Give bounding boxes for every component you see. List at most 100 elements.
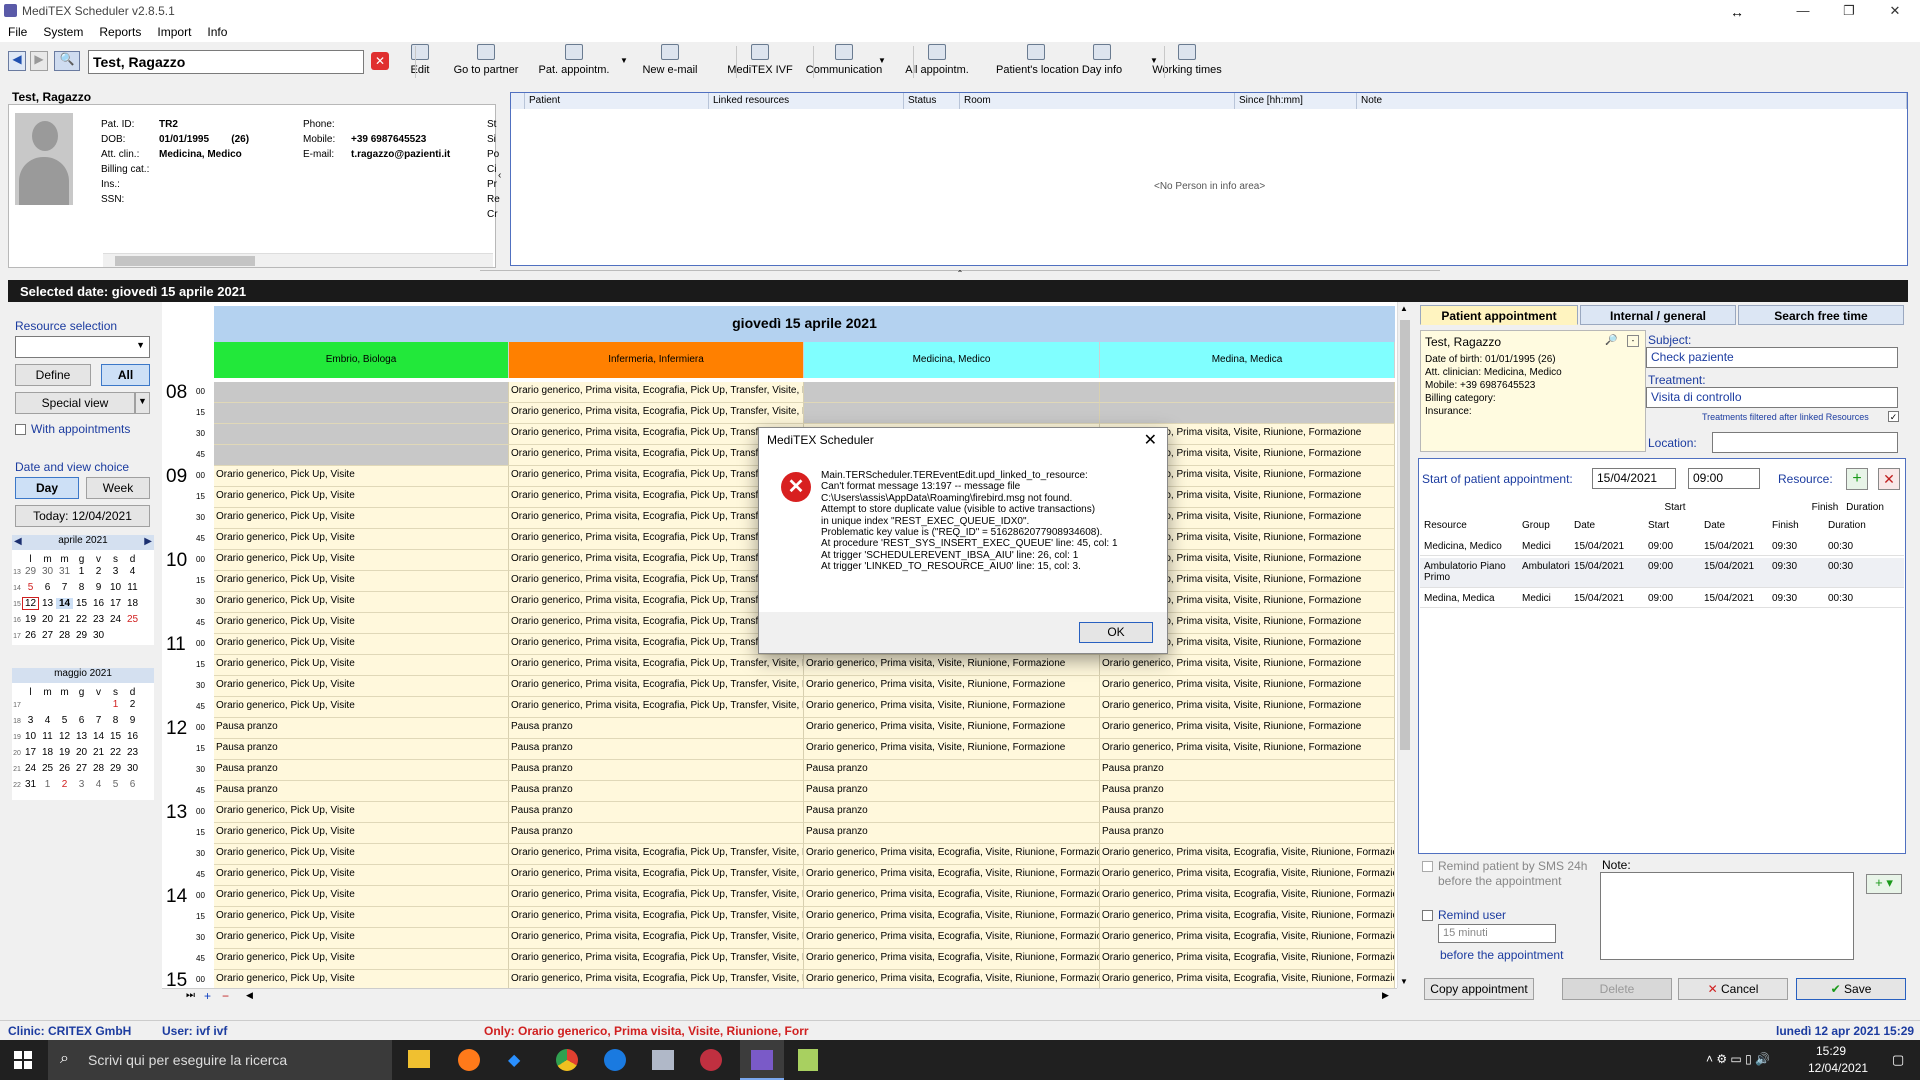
- calendar-day[interactable]: 28: [56, 630, 73, 641]
- schedule-slot[interactable]: Pausa pranzo: [1100, 802, 1395, 823]
- explorer-icon[interactable]: [408, 1050, 430, 1068]
- note-textarea[interactable]: [1600, 872, 1854, 960]
- dropbox-icon[interactable]: ◆: [508, 1050, 528, 1070]
- schedule-slot[interactable]: Orario generico, Prima visita, Ecografia…: [804, 949, 1100, 970]
- add-resource-icon[interactable]: +: [1846, 468, 1868, 490]
- schedule-slot[interactable]: Orario generico, Prima visita, Ecografia…: [509, 928, 804, 949]
- calendar-day[interactable]: 13: [39, 598, 56, 609]
- schedule-slot[interactable]: Orario generico, Prima visita, Ecografia…: [509, 865, 804, 886]
- tab-internal-general[interactable]: Internal / general: [1580, 305, 1736, 325]
- schedule-slot[interactable]: Orario generico, Pick Up, Visite: [214, 613, 509, 634]
- calendar-day[interactable]: 16: [90, 598, 107, 609]
- patient-name-field[interactable]: Test, Ragazzo: [88, 50, 364, 74]
- remind-user-checkbox[interactable]: [1422, 910, 1433, 921]
- info-column-note[interactable]: Note: [1357, 93, 1907, 109]
- schedule-slot[interactable]: Orario generico, Prima visita, Visite, R…: [804, 655, 1100, 676]
- schedule-slot[interactable]: Orario generico, Prima visita, Ecografia…: [804, 886, 1100, 907]
- schedule-slot[interactable]: Orario generico, Prima visita, Visite, R…: [1100, 697, 1395, 718]
- toolbar-all-appointm-button[interactable]: All appointm.: [897, 44, 977, 80]
- patient-clear-icon[interactable]: -: [1627, 335, 1639, 347]
- cancel-button[interactable]: ✕ Cancel: [1678, 978, 1788, 1000]
- special-view-button[interactable]: Special view: [15, 392, 135, 414]
- patient-search-icon[interactable]: 🔍: [54, 51, 80, 71]
- schedule-slot[interactable]: Orario generico, Pick Up, Visite: [214, 592, 509, 613]
- toolbar-working-times-button[interactable]: Working times: [1147, 44, 1227, 80]
- next-month-icon[interactable]: ▶: [144, 536, 152, 547]
- calendar-day[interactable]: 23: [90, 614, 107, 625]
- schedule-slot[interactable]: Orario generico, Prima visita, Visite, R…: [1100, 739, 1395, 760]
- grid-column-header[interactable]: Resource: [1424, 520, 1522, 531]
- subject-input[interactable]: Check paziente: [1646, 347, 1898, 368]
- schedule-slot[interactable]: Orario generico, Prima visita, Visite, R…: [804, 739, 1100, 760]
- schedule-slot[interactable]: Orario generico, Prima visita, Ecografia…: [804, 907, 1100, 928]
- remove-resource-icon[interactable]: ✕: [1878, 468, 1900, 490]
- calendar-day[interactable]: 31: [22, 779, 39, 790]
- schedule-slot[interactable]: Pausa pranzo: [804, 802, 1100, 823]
- menu-file[interactable]: File: [0, 22, 35, 39]
- schedule-slot-blocked[interactable]: [804, 403, 1100, 424]
- schedule-slot[interactable]: Orario generico, Pick Up, Visite: [214, 529, 509, 550]
- schedule-slot[interactable]: Orario generico, Pick Up, Visite: [214, 676, 509, 697]
- schedule-slot-blocked[interactable]: [214, 403, 509, 424]
- tab-search-free-time[interactable]: Search free time: [1738, 305, 1904, 325]
- all-button[interactable]: All: [101, 364, 150, 386]
- calendar-day[interactable]: 29: [107, 763, 124, 774]
- schedule-slot[interactable]: Orario generico, Prima visita, Ecografia…: [1100, 907, 1395, 928]
- calendar-day[interactable]: 25: [39, 763, 56, 774]
- prev-month-icon[interactable]: ◀: [14, 536, 22, 547]
- calendar-day[interactable]: 26: [22, 630, 39, 641]
- calendar-day[interactable]: 20: [73, 747, 90, 758]
- calendar-day[interactable]: 4: [124, 566, 141, 577]
- treatment-select[interactable]: Visita di controllo: [1646, 387, 1898, 408]
- calendar-day[interactable]: 3: [107, 566, 124, 577]
- schedule-slot[interactable]: Pausa pranzo: [509, 781, 804, 802]
- meditex-scheduler-taskbar-icon[interactable]: [740, 1040, 784, 1080]
- calendar-day[interactable]: 22: [107, 747, 124, 758]
- schedule-slot[interactable]: Orario generico, Prima visita, Ecografia…: [509, 844, 804, 865]
- calendar-day[interactable]: 26: [56, 763, 73, 774]
- calendar-day[interactable]: 11: [124, 582, 141, 593]
- calendar-day[interactable]: 1: [39, 779, 56, 790]
- calendar-day[interactable]: 27: [39, 630, 56, 641]
- schedule-slot[interactable]: Pausa pranzo: [509, 718, 804, 739]
- menu-import[interactable]: Import: [149, 22, 199, 39]
- schedule-slot[interactable]: Orario generico, Pick Up, Visite: [214, 571, 509, 592]
- resource-selection-dropdown[interactable]: ▼: [15, 336, 150, 358]
- calendar-day[interactable]: 1: [107, 699, 124, 710]
- toolbar-new-e-mail-button[interactable]: New e-mail: [630, 44, 710, 80]
- windows-start-icon[interactable]: [14, 1051, 32, 1069]
- calendar-day[interactable]: 10: [107, 582, 124, 593]
- add-icon[interactable]: +: [204, 989, 211, 1003]
- calendar-day[interactable]: 7: [56, 582, 73, 593]
- patient-lookup-icon[interactable]: 🔎: [1605, 335, 1617, 346]
- scroll-right-icon[interactable]: ▶: [1382, 990, 1389, 1001]
- calendar-day[interactable]: 12: [56, 731, 73, 742]
- calendar-day[interactable]: 19: [22, 614, 39, 625]
- schedule-slot[interactable]: Orario generico, Prima visita, Ecografia…: [509, 949, 804, 970]
- add-note-icon[interactable]: + ▾: [1866, 874, 1902, 894]
- grid-column-header[interactable]: Date: [1574, 520, 1648, 531]
- schedule-slot[interactable]: Pausa pranzo: [214, 718, 509, 739]
- schedule-vertical-scrollbar[interactable]: ▲ ▼: [1397, 302, 1412, 988]
- teamviewer-icon[interactable]: [604, 1049, 626, 1071]
- notifications-icon[interactable]: ▢: [1892, 1052, 1904, 1068]
- schedule-slot[interactable]: Orario generico, Prima visita, Ecografia…: [509, 382, 804, 403]
- toolbar-communication-button[interactable]: Communication: [804, 44, 884, 80]
- schedule-slot[interactable]: Orario generico, Prima visita, Ecografia…: [1100, 844, 1395, 865]
- schedule-slot[interactable]: Orario generico, Prima visita, Ecografia…: [1100, 928, 1395, 949]
- calendar-day[interactable]: 6: [39, 582, 56, 593]
- dialog-ok-button[interactable]: OK: [1079, 622, 1153, 643]
- schedule-slot[interactable]: Orario generico, Prima visita, Ecografia…: [804, 928, 1100, 949]
- grid-column-header[interactable]: Finish: [1772, 520, 1828, 531]
- calendar-day[interactable]: 19: [56, 747, 73, 758]
- schedule-slot[interactable]: Orario generico, Pick Up, Visite: [214, 928, 509, 949]
- schedule-slot[interactable]: Pausa pranzo: [509, 823, 804, 844]
- schedule-slot[interactable]: Orario generico, Prima visita, Ecografia…: [804, 865, 1100, 886]
- schedule-slot-blocked[interactable]: [1100, 403, 1395, 424]
- taskbar-search-box[interactable]: ⌕ Scrivi qui per eseguire la ricerca: [48, 1040, 392, 1080]
- calendar-day[interactable]: 23: [124, 747, 141, 758]
- dialog-close-icon[interactable]: ✕: [1144, 430, 1157, 450]
- calendar-day[interactable]: 6: [124, 779, 141, 790]
- calendar-day[interactable]: 3: [73, 779, 90, 790]
- schedule-slot[interactable]: Orario generico, Prima visita, Visite, R…: [1100, 676, 1395, 697]
